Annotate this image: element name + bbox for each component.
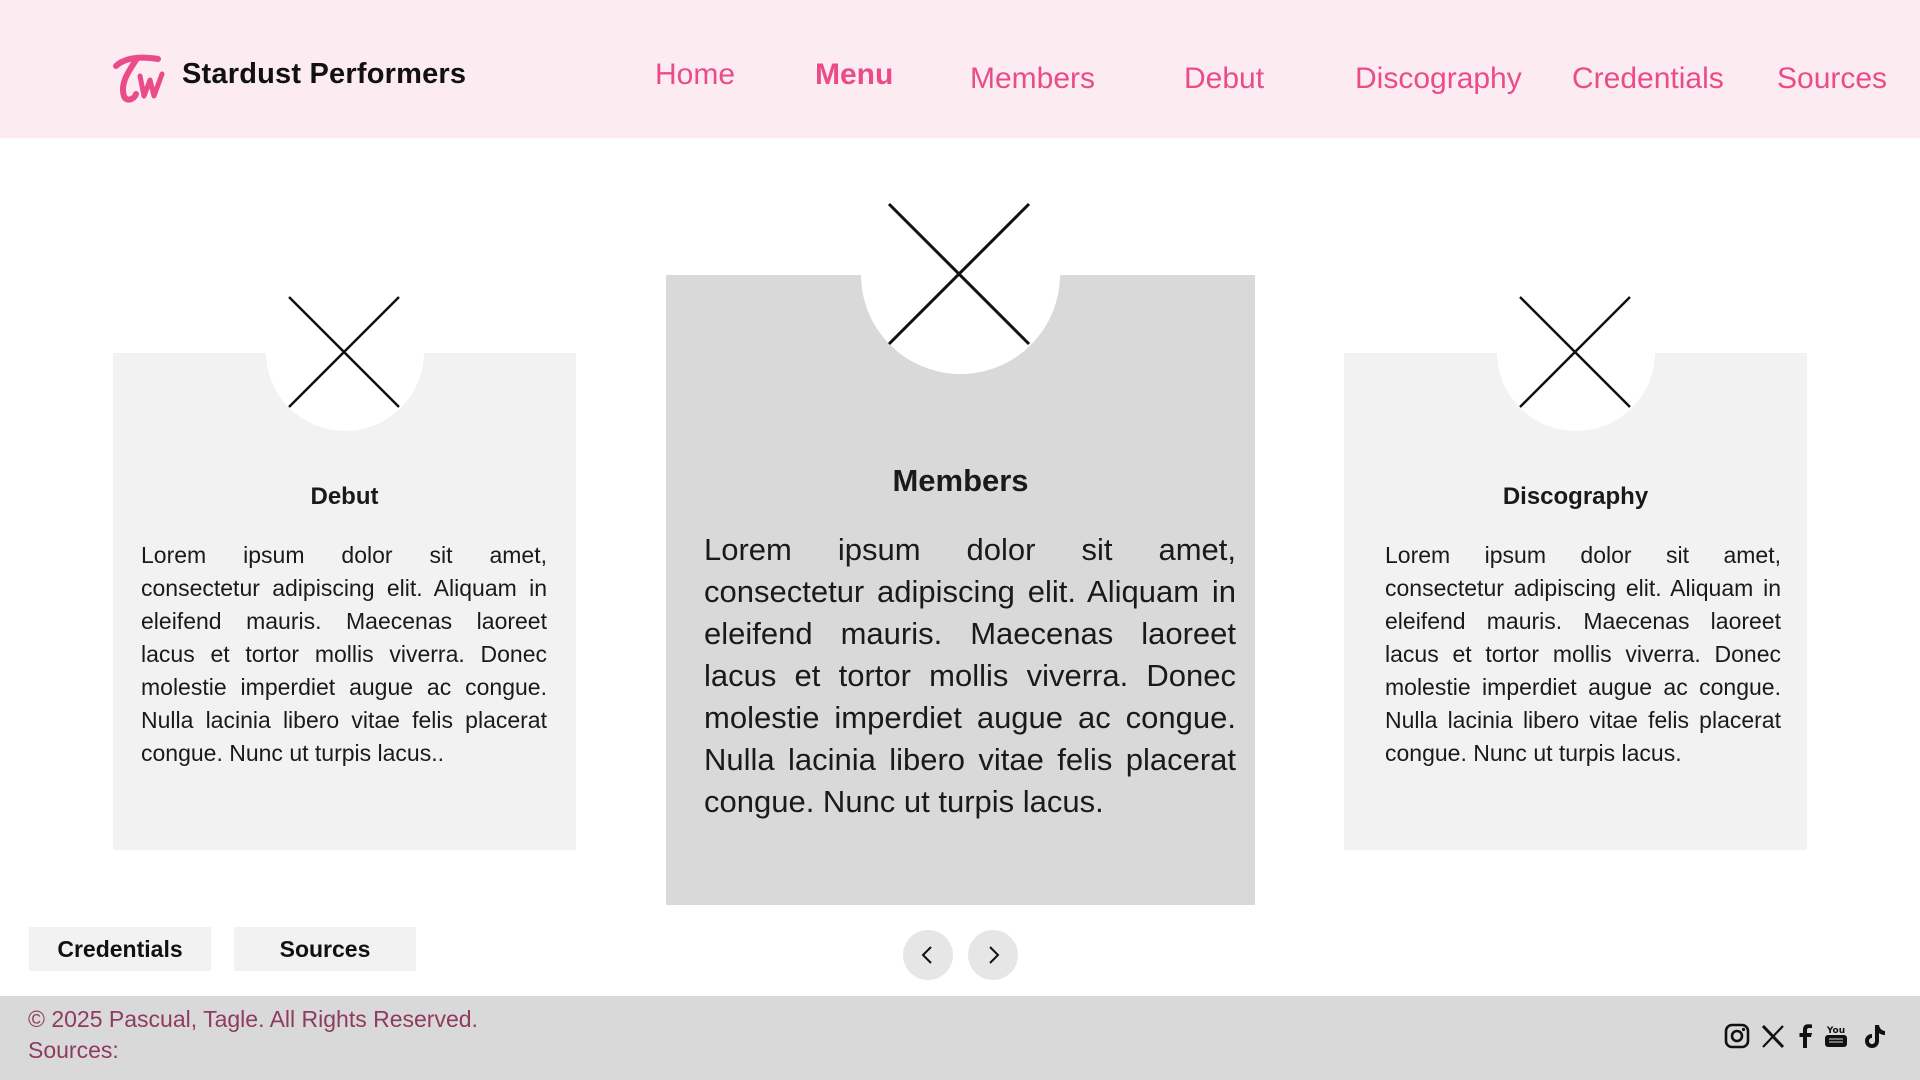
chevron-left-icon bbox=[921, 946, 932, 964]
chevron-right-icon bbox=[989, 946, 1000, 964]
twice-logo-icon[interactable] bbox=[110, 50, 166, 106]
card-title: Debut bbox=[310, 483, 379, 510]
nav-discography[interactable]: Discography bbox=[1355, 62, 1522, 96]
carousel-prev-button[interactable] bbox=[903, 930, 953, 980]
svg-text:You: You bbox=[1826, 1026, 1845, 1036]
x-icon[interactable] bbox=[1759, 1022, 1787, 1050]
nav-sources[interactable]: Sources bbox=[1777, 62, 1887, 96]
carousel-next-button[interactable] bbox=[968, 930, 1018, 980]
card-body: Lorem ipsum dolor sit amet, consectetur … bbox=[1385, 542, 1781, 766]
sources-button[interactable]: Sources bbox=[234, 927, 416, 971]
nav-menu[interactable]: Menu bbox=[815, 58, 893, 92]
card-title: Discography bbox=[1502, 483, 1649, 510]
brand-name[interactable]: Stardust Performers bbox=[182, 58, 466, 91]
nav-credentials[interactable]: Credentials bbox=[1572, 62, 1724, 96]
image-placeholder-icon bbox=[1519, 296, 1631, 408]
site-header: Stardust Performers Home Menu Members De… bbox=[0, 0, 1920, 138]
footer-sources-label: Sources: bbox=[28, 1037, 119, 1063]
nav-members[interactable]: Members bbox=[970, 62, 1095, 96]
instagram-icon[interactable] bbox=[1723, 1022, 1751, 1050]
card-body: Lorem ipsum dolor sit amet, consectetur … bbox=[141, 542, 547, 766]
tiktok-icon[interactable] bbox=[1860, 1022, 1888, 1050]
credentials-button[interactable]: Credentials bbox=[29, 927, 211, 971]
copyright-text: © 2025 Pascual, Tagle. All Rights Reserv… bbox=[28, 1006, 478, 1032]
nav-debut[interactable]: Debut bbox=[1184, 62, 1264, 96]
card-title: Members bbox=[892, 463, 1029, 498]
image-placeholder-icon bbox=[288, 296, 400, 408]
card-body: Lorem ipsum dolor sit amet, consectetur … bbox=[704, 532, 1236, 819]
nav-home[interactable]: Home bbox=[655, 58, 735, 92]
facebook-icon[interactable] bbox=[1791, 1022, 1819, 1050]
image-placeholder-icon bbox=[887, 202, 1031, 346]
youtube-icon[interactable]: You bbox=[1822, 1022, 1850, 1050]
